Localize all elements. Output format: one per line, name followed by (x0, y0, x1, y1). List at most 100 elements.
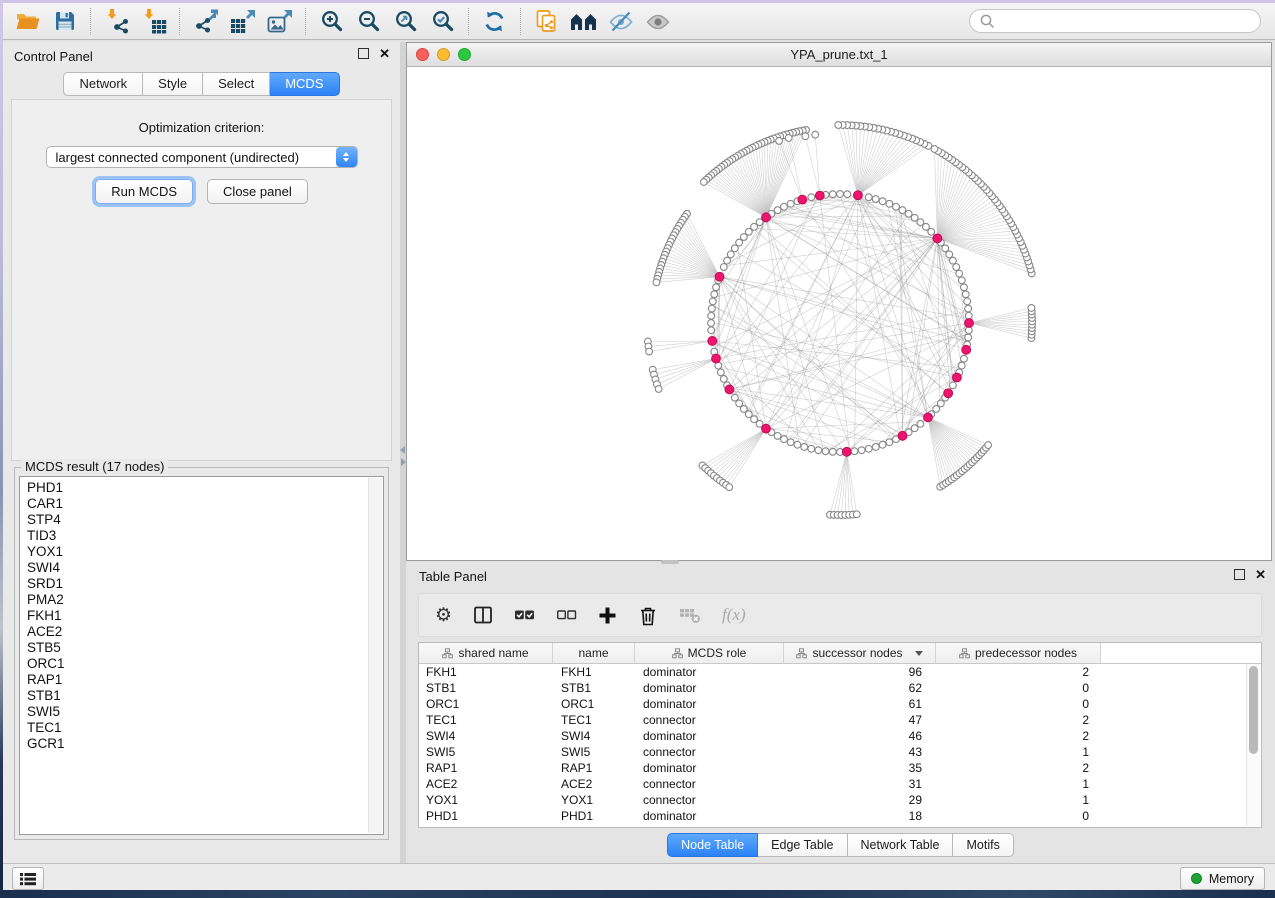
close-panel-icon[interactable]: ✕ (379, 48, 390, 59)
export-network-button[interactable] (187, 5, 224, 37)
control-panel-title: Control Panel (14, 49, 93, 64)
result-node: RAP1 (27, 672, 383, 688)
cell-shared_name: RAP1 (419, 761, 553, 775)
select-all-rows-button[interactable] (514, 606, 535, 624)
tab-edge-table[interactable]: Edge Table (758, 833, 847, 857)
trash-icon (638, 605, 658, 626)
cell-successor_nodes: 35 (784, 761, 936, 775)
cell-successor_nodes: 43 (784, 745, 936, 759)
import-network-button[interactable] (98, 5, 135, 37)
zoom-in-button[interactable] (313, 5, 350, 37)
table-row[interactable]: ACE2ACE2connector311 (419, 776, 1261, 792)
export-image-button[interactable] (261, 5, 298, 37)
deselect-all-rows-button[interactable] (556, 606, 577, 624)
import-table-button[interactable] (135, 5, 172, 37)
cell-successor_nodes: 18 (784, 809, 936, 823)
memory-button[interactable]: Memory (1180, 867, 1265, 890)
close-panel-button[interactable]: Close panel (207, 179, 308, 204)
table-scrollbar-thumb[interactable] (1249, 666, 1258, 754)
column-header-shared-name[interactable]: shared name (419, 643, 553, 663)
tab-select[interactable]: Select (203, 72, 270, 96)
cell-mcds_role: connector (635, 745, 784, 759)
save-session-button[interactable] (46, 5, 83, 37)
network-canvas[interactable] (407, 67, 1271, 560)
horizontal-splitter-handle[interactable] (661, 560, 679, 564)
column-header-predecessor-nodes[interactable]: predecessor nodes (936, 643, 1101, 663)
export-table-button[interactable] (224, 5, 261, 37)
table-row[interactable]: FKH1FKH1dominator962 (419, 664, 1261, 680)
tab-mcds[interactable]: MCDS (270, 72, 339, 96)
column-label: MCDS role (688, 646, 747, 660)
add-column-button[interactable] (598, 606, 617, 625)
cell-successor_nodes: 61 (784, 697, 936, 711)
float-panel-icon[interactable] (358, 48, 369, 59)
column-label: successor nodes (812, 646, 902, 660)
gear-icon: ⚙ (435, 606, 452, 625)
cell-predecessor_nodes: 2 (936, 729, 1101, 743)
optimization-criterion-select[interactable]: largest connected component (undirected) (46, 146, 358, 168)
result-node: CAR1 (27, 496, 383, 512)
tab-network-table[interactable]: Network Table (848, 833, 954, 857)
open-file-button[interactable] (9, 5, 46, 37)
show-columns-button[interactable] (473, 605, 493, 625)
cell-predecessor_nodes: 2 (936, 713, 1101, 727)
mcds-result-list[interactable]: PHD1CAR1STP4TID3YOX1SWI4SRD1PMA2FKH1ACE2… (19, 476, 384, 835)
export-image-icon (267, 8, 293, 34)
column-header-MCDS-role[interactable]: MCDS role (635, 643, 784, 663)
cell-shared_name: YOX1 (419, 793, 553, 807)
cell-successor_nodes: 29 (784, 793, 936, 807)
table-row[interactable]: SWI4SWI4dominator462 (419, 728, 1261, 744)
table-row[interactable]: SWI5SWI5connector431 (419, 744, 1261, 760)
tab-node-table[interactable]: Node Table (667, 833, 758, 857)
table-options-button[interactable]: ⚙ (435, 606, 452, 625)
table-row[interactable]: TEC1TEC1connector472 (419, 712, 1261, 728)
cell-mcds_role: dominator (635, 665, 784, 679)
delete-column-button[interactable] (638, 605, 658, 626)
collapse-left-icon[interactable] (400, 446, 405, 454)
zoom-fit-button[interactable] (387, 5, 424, 37)
table-row[interactable]: YOX1YOX1connector291 (419, 792, 1261, 808)
hide-selected-button[interactable] (602, 5, 639, 37)
result-node: PMA2 (27, 592, 383, 608)
cell-shared_name: ORC1 (419, 697, 553, 711)
hide-eye-icon (608, 9, 634, 34)
table-row[interactable]: ORC1ORC1dominator610 (419, 696, 1261, 712)
cell-successor_nodes: 62 (784, 681, 936, 695)
column-header-name[interactable]: name (553, 643, 635, 663)
float-table-panel-icon[interactable] (1234, 569, 1245, 580)
tab-motifs[interactable]: Motifs (953, 833, 1013, 857)
tab-network[interactable]: Network (63, 72, 143, 96)
table-row[interactable]: PHD1PHD1dominator180 (419, 808, 1261, 824)
result-node: ORC1 (27, 656, 383, 672)
table-scrollbar[interactable] (1246, 664, 1260, 826)
zoom-selected-button[interactable] (424, 5, 461, 37)
tab-style[interactable]: Style (143, 72, 203, 96)
shared-column-icon (442, 648, 453, 659)
result-list-scrollbar[interactable] (368, 478, 382, 833)
refresh-layout-button[interactable] (476, 5, 513, 37)
run-mcds-button[interactable]: Run MCDS (95, 179, 193, 204)
cell-predecessor_nodes: 1 (936, 793, 1101, 807)
search-field[interactable] (969, 9, 1261, 33)
column-label: name (578, 646, 608, 660)
search-input[interactable] (1000, 13, 1251, 30)
cell-predecessor_nodes: 2 (936, 665, 1101, 679)
cell-shared_name: SWI5 (419, 745, 553, 759)
close-table-panel-icon[interactable]: ✕ (1255, 569, 1266, 580)
column-header-successor-nodes[interactable]: successor nodes (784, 643, 936, 663)
show-panels-button[interactable] (12, 867, 44, 890)
duplicate-network-button[interactable] (528, 5, 565, 37)
zoom-out-button[interactable] (350, 5, 387, 37)
table-header-row: shared name name MCDS role successor nodes p… (419, 643, 1261, 664)
result-node: STB5 (27, 640, 383, 656)
mcds-result-title: MCDS result (17 nodes) (21, 459, 168, 474)
table-panel: Table Panel ✕ ⚙ (406, 563, 1275, 863)
zoom-fit-icon (394, 9, 418, 33)
first-neighbors-button[interactable] (565, 5, 602, 37)
network-window-titlebar[interactable]: YPA_prune.txt_1 (407, 43, 1271, 67)
table-panel-title: Table Panel (419, 569, 487, 584)
show-all-button[interactable] (639, 5, 676, 37)
table-row[interactable]: RAP1RAP1dominator352 (419, 760, 1261, 776)
import-network-icon (104, 8, 130, 34)
table-row[interactable]: STB1STB1dominator620 (419, 680, 1261, 696)
